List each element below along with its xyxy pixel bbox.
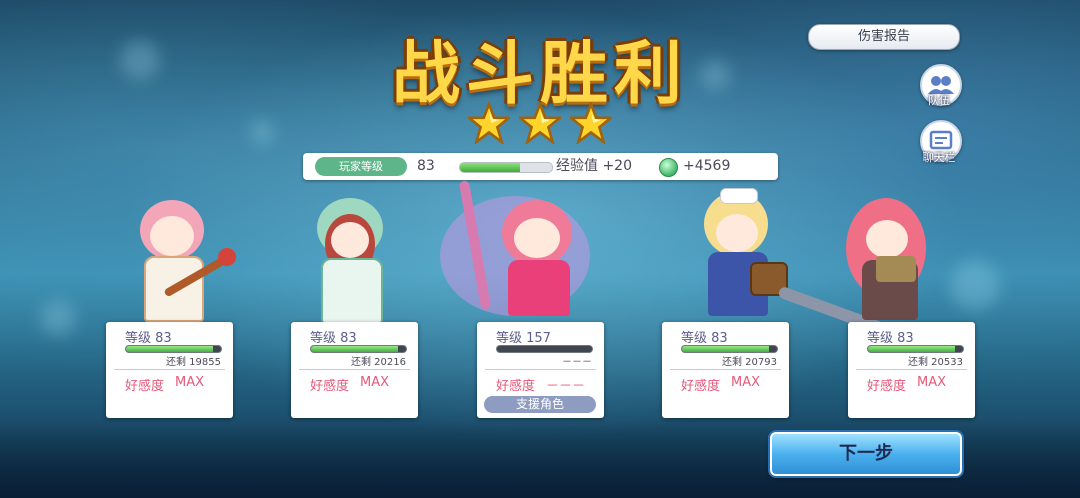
character-exp-bar: [681, 345, 778, 353]
coin-gain-text: +4569: [683, 158, 731, 174]
exp-gain-text: 经验值 +20: [556, 158, 632, 174]
character-level: 等级 157: [496, 331, 551, 346]
affection-value: MAX: [175, 375, 205, 390]
team-label: 队伍: [928, 94, 950, 107]
mana-coin-icon: [659, 158, 678, 177]
affection-label: 好感度: [310, 379, 350, 394]
affection-value: MAX: [917, 375, 947, 390]
character-level: 等级 83: [681, 331, 728, 346]
character-exp-fill: [868, 346, 956, 352]
character-exp-remaining: 还剩 19855: [166, 357, 221, 368]
affection-label: 好感度: [681, 379, 721, 394]
star-icon: [468, 102, 510, 144]
character-exp-bar: [867, 345, 964, 353]
card-divider: [856, 369, 967, 370]
character-card-4: 等级 83 还剩 20793 好感度 MAX: [662, 322, 789, 418]
player-level-value: 83: [417, 158, 435, 174]
victory-title: 战斗胜利: [391, 35, 688, 114]
character-exp-fill: [682, 346, 770, 352]
next-step-button[interactable]: 下一步: [770, 432, 962, 476]
character-exp-fill: [311, 346, 399, 352]
character-exp-fill: [126, 346, 214, 352]
character-card-5: 等级 83 还剩 20533 好感度 MAX: [848, 322, 975, 418]
character-card-2: 等级 83 还剩 20216 好感度 MAX: [291, 322, 418, 418]
character-sprite-4: [690, 186, 885, 335]
affection-label: 好感度: [496, 379, 536, 394]
character-sprite-5: [840, 194, 950, 322]
character-level: 等级 83: [867, 331, 914, 346]
character-exp-bar: [496, 345, 593, 353]
card-divider: [485, 369, 596, 370]
card-divider: [670, 369, 781, 370]
character-card-1: 等级 83 还剩 19855 好感度 MAX: [106, 322, 233, 418]
star-icon: [570, 102, 612, 144]
affection-label: 好感度: [125, 379, 165, 394]
star-rating: [468, 102, 612, 148]
character-exp-remaining: 还剩 20793: [722, 357, 777, 368]
character-sprite-1: [130, 190, 240, 322]
character-level: 等级 83: [310, 331, 357, 346]
card-divider: [299, 369, 410, 370]
character-sprite-2: [305, 192, 395, 324]
character-exp-bar: [125, 345, 222, 353]
support-character-badge: 支援角色: [484, 396, 596, 413]
character-exp-bar: [310, 345, 407, 353]
character-level: 等级 83: [125, 331, 172, 346]
player-stats-bar: 玩家等级 83 经验值 +20 +4569: [303, 153, 778, 180]
damage-report-button[interactable]: 伤害报告: [808, 24, 960, 50]
character-exp-remaining: 还剩 20533: [908, 357, 963, 368]
character-card-3: 等级 157 －－－ 好感度 －－－ 支援角色: [477, 322, 604, 418]
player-exp-fill: [460, 163, 520, 172]
card-divider: [114, 369, 225, 370]
character-sprite-3: [440, 180, 610, 322]
player-level-label: 玩家等级: [315, 157, 407, 176]
player-exp-bar: [459, 162, 553, 173]
star-icon: [519, 102, 561, 144]
affection-value: MAX: [360, 375, 390, 390]
affection-label: 好感度: [867, 379, 907, 394]
affection-value: －－－: [546, 379, 586, 394]
character-exp-remaining: －－－: [562, 357, 592, 368]
character-exp-remaining: 还剩 20216: [351, 357, 406, 368]
chat-label: 聊天栏: [922, 151, 956, 164]
affection-value: MAX: [731, 375, 761, 390]
